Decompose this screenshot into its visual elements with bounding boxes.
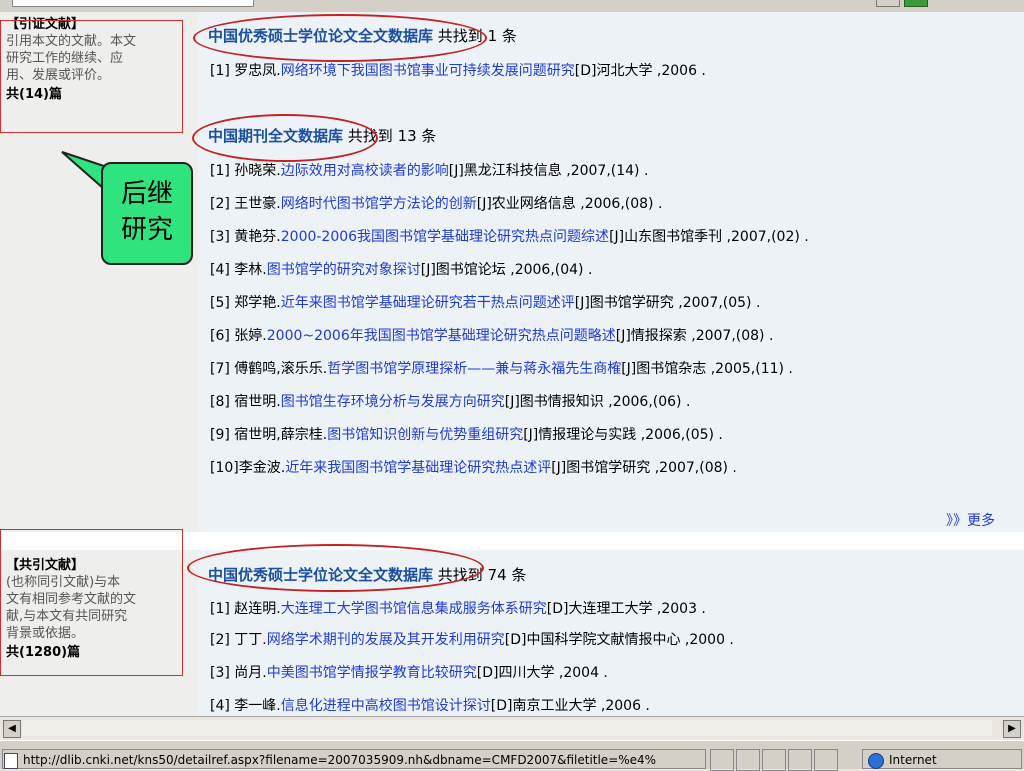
horizontal-scrollbar[interactable]: ◀ ▶: [0, 716, 1024, 741]
item-title-link[interactable]: 图书馆生存环境分析与发展方向研究: [281, 394, 505, 410]
address-bar-fragment: [12, 0, 254, 7]
item-source: [J]图书馆学研究 ,2007,(08) .: [551, 460, 737, 476]
db-annotation-oval: [192, 114, 378, 162]
item-title-link[interactable]: 网络时代图书馆学方法论的创新: [281, 196, 477, 212]
item-index: [4]: [210, 698, 230, 714]
item-title-link[interactable]: 网络学术期刊的发展及其开发利用研究: [267, 632, 505, 648]
list-item: [10]李金波.近年来我国图书馆学基础理论研究热点述评[J]图书馆学研究 ,20…: [210, 457, 737, 477]
item-title-link[interactable]: 网络环境下我国图书馆事业可持续发展问题研究: [281, 63, 575, 79]
db-annotation-oval: [193, 14, 487, 62]
list-item: [1] 孙晓荣.边际效用对高校读者的影响[J]黑龙江科技信息 ,2007,(14…: [210, 160, 648, 180]
triangle-left-icon[interactable]: ◀: [3, 720, 21, 738]
db-annotation-oval: [187, 544, 484, 592]
item-author: 黄艳芬.: [234, 229, 281, 245]
list-item: [7] 傅鹤鸣,滚乐乐.哲学图书馆学原理探析——兼与蒋永福先生商榷[J]图书馆杂…: [210, 358, 793, 378]
item-index: [4]: [210, 262, 230, 278]
item-source: [D]中国科学院文献情报中心 ,2000 .: [504, 632, 734, 648]
callout-line-1: 后继: [120, 179, 173, 209]
item-source: [D]大连理工大学 ,2003 .: [546, 601, 706, 617]
list-item: [6] 张婷.2000~2006年我国图书馆学基础理论研究热点问题略述[J]情报…: [210, 325, 773, 345]
scrollbar-track[interactable]: [22, 720, 992, 736]
item-author: 宿世明.: [234, 394, 281, 410]
item-source: [D]四川大学 ,2004 .: [476, 665, 608, 681]
item-author: 张婷.: [234, 328, 267, 344]
list-item: [2] 丁丁.网络学术期刊的发展及其开发利用研究[D]中国科学院文献情报中心 ,…: [210, 629, 734, 649]
item-title-link[interactable]: 边际效用对高校读者的影响: [281, 163, 449, 179]
item-source: [J]情报探索 ,2007,(08) .: [615, 328, 774, 344]
item-index: [1]: [210, 163, 230, 179]
list-item: [3] 黄艳芬.2000-2006我国图书馆学基础理论研究热点问题综述[J]山东…: [210, 226, 809, 246]
triangle-right-icon[interactable]: ▶: [1003, 720, 1021, 738]
list-item: [5] 郑学艳.近年来图书馆学基础理论研究若干热点问题述评[J]图书馆学研究 ,…: [210, 292, 760, 312]
item-source: [J]图书馆学研究 ,2007,(05) .: [574, 295, 761, 311]
item-title-link[interactable]: 近年来我国图书馆学基础理论研究热点述评: [285, 460, 551, 476]
list-item: [3] 尚月.中美图书馆学情报学教育比较研究[D]四川大学 ,2004 .: [210, 662, 608, 682]
item-title-link[interactable]: 中美图书馆学情报学教育比较研究: [267, 665, 477, 681]
list-item: [2] 王世豪.网络时代图书馆学方法论的创新[J]农业网络信息 ,2006,(0…: [210, 193, 662, 213]
item-author: 李金波.: [238, 460, 286, 476]
item-title-link[interactable]: 2000~2006年我国图书馆学基础理论研究热点问题略述: [267, 328, 616, 344]
item-index: [3]: [210, 665, 230, 681]
item-author: 李一峰.: [234, 698, 281, 714]
item-source: [J]情报理论与实践 ,2006,(05) .: [523, 427, 723, 443]
item-title-link[interactable]: 近年来图书馆学基础理论研究若干热点问题述评: [281, 295, 575, 311]
item-index: [3]: [210, 229, 230, 245]
callout-line-2: 研究: [120, 215, 173, 245]
item-author: 李林.: [234, 262, 267, 278]
item-source: [J]农业网络信息 ,2006,(08) .: [476, 196, 663, 212]
page-content: 【引证文献】 引用本文的文献。本文 研究工作的继续、应 用、发展或评价。 共(1…: [0, 12, 1024, 716]
item-author: 傅鹤鸣,滚乐乐.: [234, 361, 328, 377]
item-index: [2]: [210, 196, 230, 212]
follow-up-research-callout: 后继 研究: [101, 162, 193, 265]
list-item: [1] 赵连明.大连理工大学图书馆信息集成服务体系研究[D]大连理工大学 ,20…: [210, 598, 706, 618]
item-author: 宿世明,薛宗桂.: [234, 427, 328, 443]
item-title-link[interactable]: 信息化进程中高校图书馆设计探讨: [281, 698, 491, 714]
page-icon: [4, 753, 18, 769]
item-source: [D]南京工业大学 ,2006 .: [490, 698, 650, 714]
item-source: [D]河北大学 ,2006 .: [574, 63, 706, 79]
item-source: [J]图书馆杂志 ,2005,(11) .: [621, 361, 793, 377]
item-source: [J]黑龙江科技信息 ,2007,(14) .: [448, 163, 649, 179]
item-index: [10]: [210, 460, 239, 476]
item-author: 尚月.: [234, 665, 267, 681]
status-url: http://dlib.cnki.net/kns50/detailref.asp…: [2, 749, 706, 769]
go-button[interactable]: [904, 0, 928, 7]
item-title-link[interactable]: 大连理工大学图书馆信息集成服务体系研究: [281, 601, 547, 617]
item-title-link[interactable]: 2000-2006我国图书馆学基础理论研究热点问题综述: [281, 229, 609, 245]
item-title-link[interactable]: 哲学图书馆学原理探析——兼与蒋永福先生商榷: [327, 361, 621, 377]
list-item: [4] 李林.图书馆学的研究对象探讨[J]图书馆论坛 ,2006,(04) .: [210, 259, 592, 279]
citing-annotation-box: [0, 20, 183, 133]
item-author: 郑学艳.: [234, 295, 281, 311]
list-item: [1] 罗忠凤.网络环境下我国图书馆事业可持续发展问题研究[D]河北大学 ,20…: [210, 60, 706, 80]
item-index: [5]: [210, 295, 230, 311]
list-item: [9] 宿世明,薛宗桂.图书馆知识创新与优势重组研究[J]情报理论与实践 ,20…: [210, 424, 723, 444]
item-index: [8]: [210, 394, 230, 410]
item-title-link[interactable]: 图书馆学的研究对象探讨: [267, 262, 421, 278]
toolbar-button[interactable]: [876, 0, 900, 7]
item-source: [J]山东图书馆季刊 ,2007,(02) .: [609, 229, 809, 245]
security-zone: Internet: [862, 749, 1022, 769]
item-index: [6]: [210, 328, 230, 344]
more-link[interactable]: 》》更多: [946, 510, 995, 530]
list-item: [4] 李一峰.信息化进程中高校图书馆设计探讨[D]南京工业大学 ,2006 .: [210, 695, 650, 715]
list-item: [8] 宿世明.图书馆生存环境分析与发展方向研究[J]图书情报知识 ,2006,…: [210, 391, 690, 411]
item-author: 丁丁.: [234, 632, 267, 648]
globe-icon: [868, 753, 884, 769]
item-author: 赵连明.: [234, 601, 281, 617]
status-bar: http://dlib.cnki.net/kns50/detailref.asp…: [0, 740, 1024, 771]
cocited-annotation-box: [0, 529, 183, 676]
item-author: 罗忠凤.: [234, 63, 281, 79]
item-source: [J]图书情报知识 ,2006,(06) .: [504, 394, 691, 410]
item-author: 孙晓荣.: [234, 163, 281, 179]
item-index: [7]: [210, 361, 230, 377]
item-source: [J]图书馆论坛 ,2006,(04) .: [420, 262, 593, 278]
item-index: [1]: [210, 63, 230, 79]
item-index: [1]: [210, 601, 230, 617]
item-index: [9]: [210, 427, 230, 443]
item-author: 王世豪.: [234, 196, 281, 212]
item-title-link[interactable]: 图书馆知识创新与优势重组研究: [327, 427, 523, 443]
item-index: [2]: [210, 632, 230, 648]
